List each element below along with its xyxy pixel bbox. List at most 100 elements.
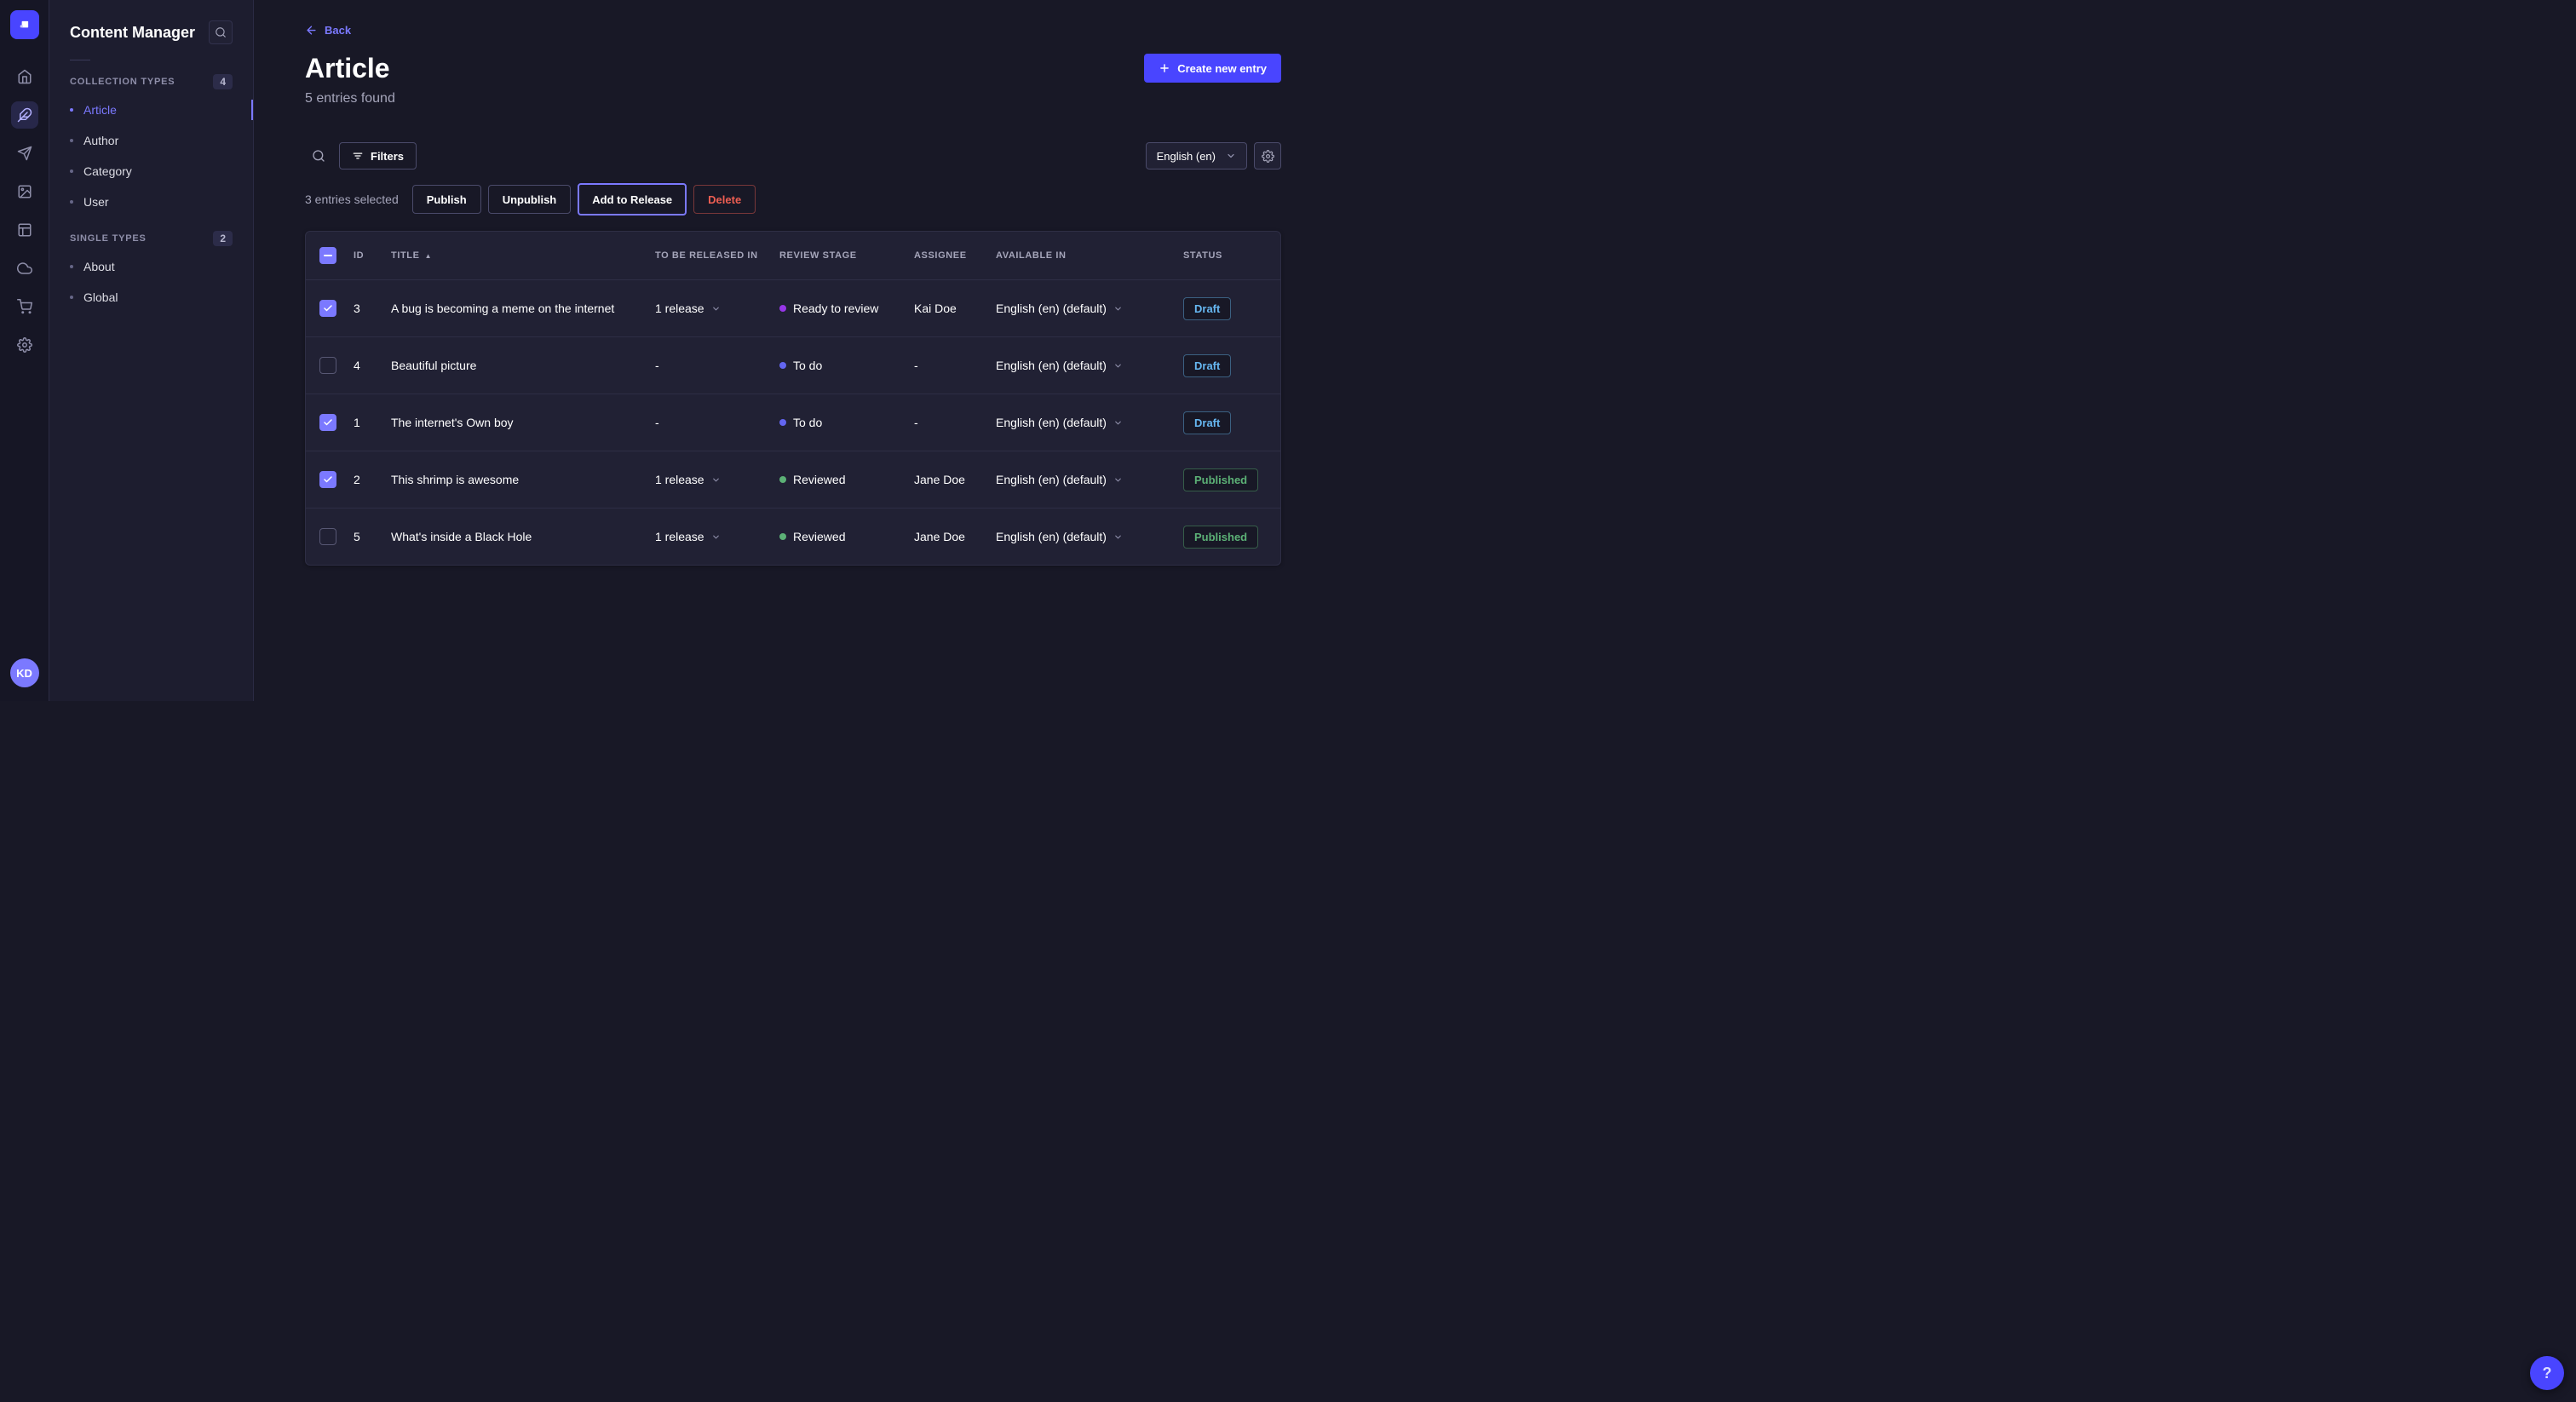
column-status: STATUS bbox=[1183, 250, 1267, 261]
sidebar-item-user[interactable]: User bbox=[49, 187, 253, 217]
chevron-down-icon bbox=[1113, 475, 1123, 485]
create-entry-button[interactable]: Create new entry bbox=[1144, 54, 1281, 83]
cell-review-stage: Reviewed bbox=[779, 473, 914, 486]
locale-select[interactable]: English (en) bbox=[1146, 142, 1247, 170]
page-title: Article bbox=[305, 54, 395, 83]
locale-dropdown[interactable]: English (en) (default) bbox=[996, 359, 1183, 372]
sidebar-item-article[interactable]: Article bbox=[49, 95, 253, 125]
bullet-icon bbox=[70, 170, 73, 173]
sidebar-item-category[interactable]: Category bbox=[49, 156, 253, 187]
nav-home-button[interactable] bbox=[11, 63, 38, 90]
sidebar-title: Content Manager bbox=[70, 24, 195, 42]
home-icon bbox=[17, 69, 32, 84]
cell-id: 1 bbox=[354, 416, 391, 429]
release-dropdown[interactable]: 1 release bbox=[655, 302, 779, 315]
release-dropdown: - bbox=[655, 416, 779, 429]
nav-content-manager-button[interactable] bbox=[11, 101, 38, 129]
chevron-down-icon bbox=[1113, 304, 1123, 313]
stage-dot-icon bbox=[779, 305, 786, 312]
check-icon bbox=[323, 303, 333, 313]
locale-dropdown[interactable]: English (en) (default) bbox=[996, 473, 1183, 486]
nav-releases-button[interactable] bbox=[11, 140, 38, 167]
locale-dropdown[interactable]: English (en) (default) bbox=[996, 530, 1183, 543]
cell-id: 3 bbox=[354, 302, 391, 315]
section-label: COLLECTION TYPES bbox=[70, 77, 175, 87]
nav-settings-button[interactable] bbox=[11, 331, 38, 359]
gear-icon bbox=[17, 337, 32, 353]
column-title: TITLE bbox=[391, 250, 420, 261]
nav-deploy-button[interactable] bbox=[11, 255, 38, 282]
single-types-section-header: SINGLE TYPES 2 bbox=[49, 231, 253, 246]
cell-id: 5 bbox=[354, 530, 391, 543]
check-icon bbox=[323, 474, 333, 485]
stage-dot-icon bbox=[779, 476, 786, 483]
nav-rail: KD bbox=[0, 0, 49, 701]
back-label: Back bbox=[325, 24, 351, 37]
back-link[interactable]: Back bbox=[305, 24, 351, 37]
column-title-sort-button[interactable]: TITLE ▲ bbox=[391, 250, 432, 261]
entries-count: 5 entries found bbox=[305, 91, 395, 106]
sidebar-item-label: About bbox=[83, 260, 115, 273]
status-badge: Published bbox=[1183, 526, 1258, 549]
section-count-badge: 4 bbox=[213, 74, 233, 89]
chevron-down-icon bbox=[1113, 532, 1123, 542]
filters-button[interactable]: Filters bbox=[339, 142, 417, 170]
locale-dropdown[interactable]: English (en) (default) bbox=[996, 416, 1183, 429]
locale-value: English (en) (default) bbox=[996, 530, 1107, 543]
nav-content-type-builder-button[interactable] bbox=[11, 216, 38, 244]
table-row[interactable]: 3 A bug is becoming a meme on the intern… bbox=[306, 279, 1280, 336]
row-checkbox[interactable] bbox=[319, 414, 336, 431]
unpublish-button[interactable]: Unpublish bbox=[488, 185, 572, 214]
locale-dropdown[interactable]: English (en) (default) bbox=[996, 302, 1183, 315]
table-row[interactable]: 1 The internet's Own boy - To do - Engli… bbox=[306, 394, 1280, 451]
sidebar-item-global[interactable]: Global bbox=[49, 282, 253, 313]
cell-review-stage: To do bbox=[779, 359, 914, 372]
view-settings-button[interactable] bbox=[1254, 142, 1281, 170]
table-row[interactable]: 5 What's inside a Black Hole 1 release R… bbox=[306, 508, 1280, 565]
gear-icon bbox=[1262, 150, 1274, 163]
row-checkbox[interactable] bbox=[319, 528, 336, 545]
table-row[interactable]: 2 This shrimp is awesome 1 release Revie… bbox=[306, 451, 1280, 508]
cell-assignee: Jane Doe bbox=[914, 530, 996, 543]
column-id: ID bbox=[354, 250, 391, 261]
cell-assignee: Kai Doe bbox=[914, 302, 996, 315]
entries-table: ID TITLE ▲ TO BE RELEASED IN REVIEW STAG… bbox=[305, 231, 1281, 566]
publish-button[interactable]: Publish bbox=[412, 185, 481, 214]
strapi-logo[interactable] bbox=[10, 10, 39, 39]
cell-review-stage: To do bbox=[779, 416, 914, 429]
select-all-checkbox[interactable] bbox=[319, 247, 336, 264]
cell-title: The internet's Own boy bbox=[391, 416, 655, 429]
stage-label: Ready to review bbox=[793, 302, 878, 315]
add-to-release-button[interactable]: Add to Release bbox=[578, 183, 687, 215]
release-dropdown: - bbox=[655, 359, 779, 372]
locale-value: English (en) (default) bbox=[996, 302, 1107, 315]
main-content: Back Article 5 entries found Create new … bbox=[254, 0, 1288, 701]
release-dropdown[interactable]: 1 release bbox=[655, 473, 779, 486]
strapi-logo-icon bbox=[17, 17, 32, 32]
stage-label: To do bbox=[793, 359, 822, 372]
stage-label: Reviewed bbox=[793, 473, 845, 486]
row-checkbox[interactable] bbox=[319, 300, 336, 317]
release-dropdown[interactable]: 1 release bbox=[655, 530, 779, 543]
sidebar-item-label: Category bbox=[83, 164, 132, 178]
user-avatar[interactable]: KD bbox=[10, 658, 39, 687]
search-icon bbox=[215, 26, 227, 38]
plus-icon bbox=[1159, 62, 1170, 74]
sidebar-item-about[interactable]: About bbox=[49, 251, 253, 282]
table-row[interactable]: 4 Beautiful picture - To do - English (e… bbox=[306, 336, 1280, 394]
nav-marketplace-button[interactable] bbox=[11, 293, 38, 320]
row-checkbox[interactable] bbox=[319, 357, 336, 374]
nav-media-library-button[interactable] bbox=[11, 178, 38, 205]
delete-button[interactable]: Delete bbox=[693, 185, 756, 214]
row-checkbox[interactable] bbox=[319, 471, 336, 488]
column-release: TO BE RELEASED IN bbox=[655, 250, 779, 261]
selected-count-label: 3 entries selected bbox=[305, 192, 399, 206]
cell-title: This shrimp is awesome bbox=[391, 473, 655, 486]
toolbar-search-button[interactable] bbox=[305, 142, 332, 170]
chevron-down-icon bbox=[1113, 361, 1123, 371]
arrow-left-icon bbox=[305, 24, 318, 37]
sidebar-search-button[interactable] bbox=[209, 20, 233, 44]
help-button[interactable]: ? bbox=[2530, 1356, 2564, 1390]
sidebar-item-author[interactable]: Author bbox=[49, 125, 253, 156]
bullet-icon bbox=[70, 296, 73, 299]
